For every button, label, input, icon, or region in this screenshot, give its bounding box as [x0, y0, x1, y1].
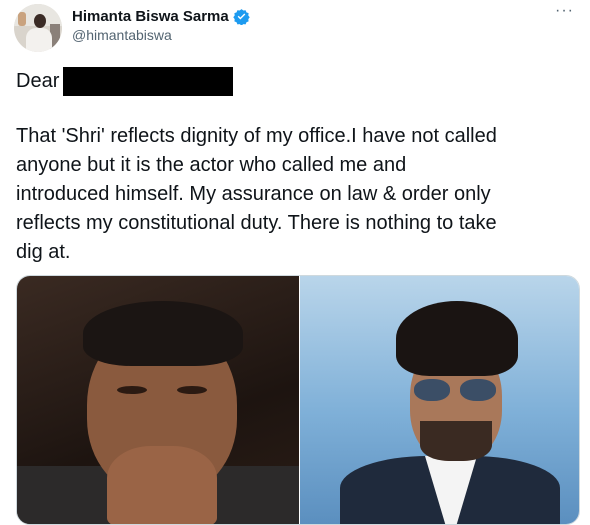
tweet-media-image[interactable]	[16, 275, 580, 525]
media-left-photo	[17, 276, 299, 524]
author-name[interactable]: Himanta Biswa Sarma	[72, 8, 229, 25]
tweet-text: That 'Shri' reflects dignity of my offic…	[16, 125, 497, 263]
author-handle[interactable]: @himantabiswa	[72, 27, 172, 43]
greeting-text: Dear	[16, 70, 60, 92]
redacted-name	[63, 66, 234, 96]
more-options-icon[interactable]: ···	[555, 2, 574, 20]
tweet-card: Himanta Biswa Sarma @himantabiswa ··· De…	[0, 0, 590, 525]
author-name-row: Himanta Biswa Sarma	[72, 6, 250, 26]
author-avatar[interactable]	[14, 4, 62, 52]
greeting-row: Dear	[16, 66, 234, 96]
verified-badge-icon	[233, 8, 250, 25]
media-right-photo	[300, 276, 579, 524]
